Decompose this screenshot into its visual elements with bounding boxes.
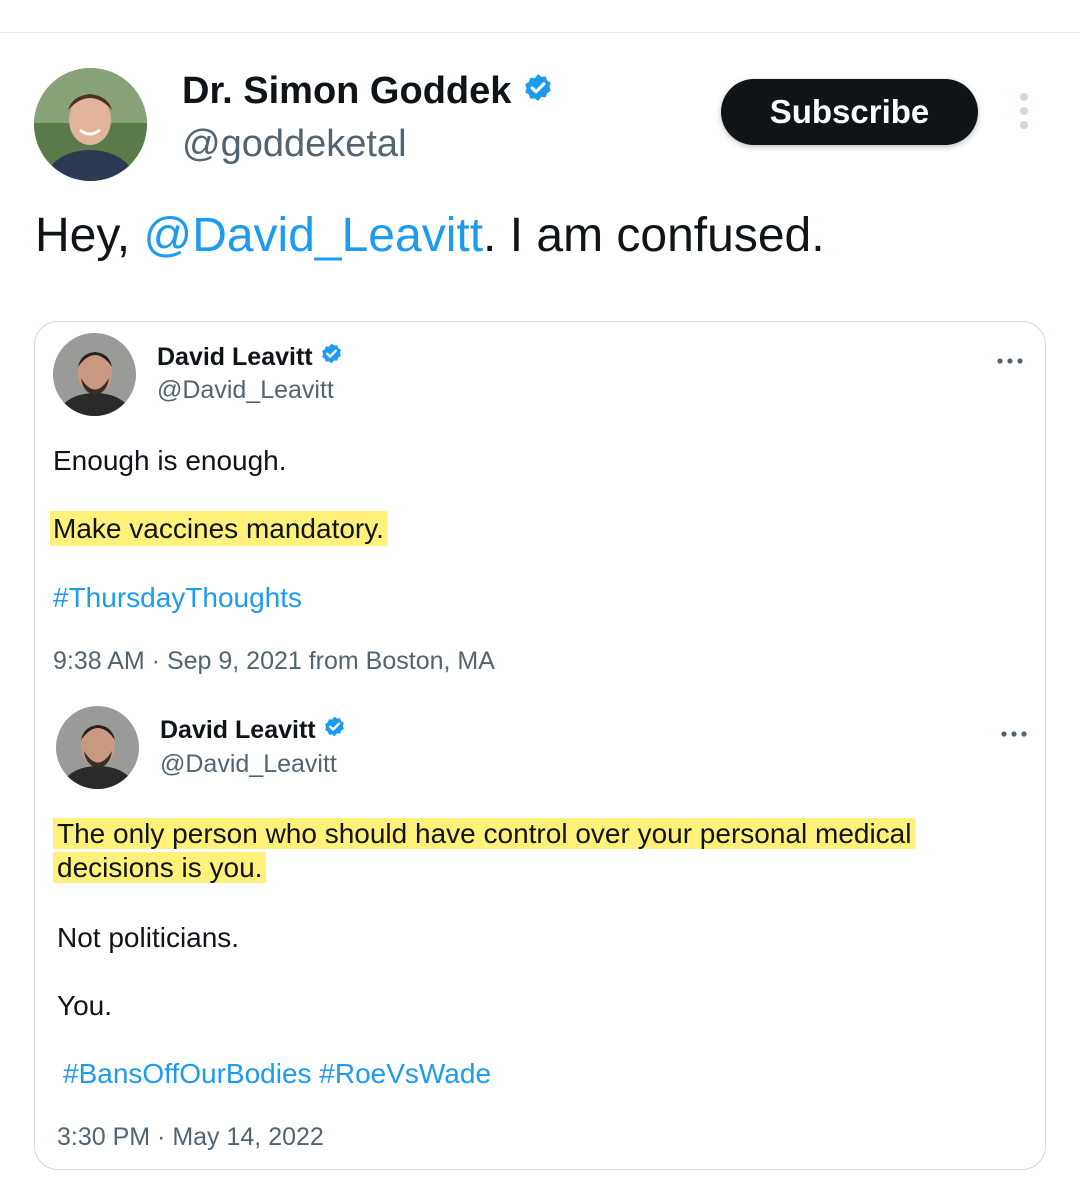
tweet-text-suffix: . I am confused.: [483, 209, 825, 262]
quoted-text-highlight-1: The only person who should have control …: [53, 817, 916, 851]
quoted-name-row-1: David Leavitt: [157, 342, 344, 372]
more-options-icon: [995, 353, 1025, 364]
quoted-text-highlight-2: decisions is you.: [53, 851, 267, 885]
quoted-hashtags-2: #BansOffOurBodies #RoeVsWade: [63, 1058, 492, 1089]
quoted-name-2: David Leavitt: [160, 715, 316, 744]
author-avatar[interactable]: [34, 68, 147, 181]
verified-badge-icon: [319, 342, 344, 372]
author-handle[interactable]: @goddeketal: [182, 123, 407, 166]
quoted-handle-1: @David_Leavitt: [157, 376, 334, 404]
quoted-timestamp-2: 3:30 PM · May 14, 2022: [57, 1123, 324, 1151]
tweet-text: Hey, @David_Leavitt. I am confused.: [35, 208, 825, 263]
quoted-text-line-3: Not politicians.: [57, 922, 240, 953]
highlighted-text: The only person who should have control …: [53, 818, 916, 849]
more-options-icon: [999, 726, 1029, 737]
subscribe-button[interactable]: Subscribe: [721, 79, 978, 145]
mention-link[interactable]: @David_Leavitt: [143, 209, 483, 262]
quoted-timestamp-1: 9:38 AM · Sep 9, 2021 from Boston, MA: [53, 647, 495, 675]
quoted-avatar-2: [56, 706, 139, 789]
quoted-text-line-2: Make vaccines mandatory.: [50, 511, 387, 546]
verified-badge-icon: [521, 72, 555, 111]
quoted-hashtag-1: #ThursdayThoughts: [53, 582, 303, 613]
highlighted-text: Make vaccines mandatory.: [50, 511, 387, 546]
quoted-name-1: David Leavitt: [157, 342, 313, 371]
verified-badge-icon: [322, 715, 347, 745]
top-divider: [0, 32, 1080, 33]
author-name[interactable]: Dr. Simon Goddek: [182, 70, 511, 113]
highlighted-text: decisions is you.: [53, 852, 267, 883]
quoted-handle-2: @David_Leavitt: [160, 750, 337, 778]
quoted-name-row-2: David Leavitt: [160, 715, 347, 745]
author-name-row: Dr. Simon Goddek: [182, 70, 555, 113]
tweet-text-prefix: Hey,: [35, 209, 144, 262]
quoted-text-line-1: Enough is enough.: [53, 445, 287, 476]
quoted-avatar-1: [53, 333, 136, 416]
quoted-text-line-4: You.: [57, 990, 113, 1021]
quoted-image-card[interactable]: David Leavitt @David_Leavitt Enough is e…: [34, 321, 1046, 1170]
more-options-icon[interactable]: [1010, 92, 1038, 132]
